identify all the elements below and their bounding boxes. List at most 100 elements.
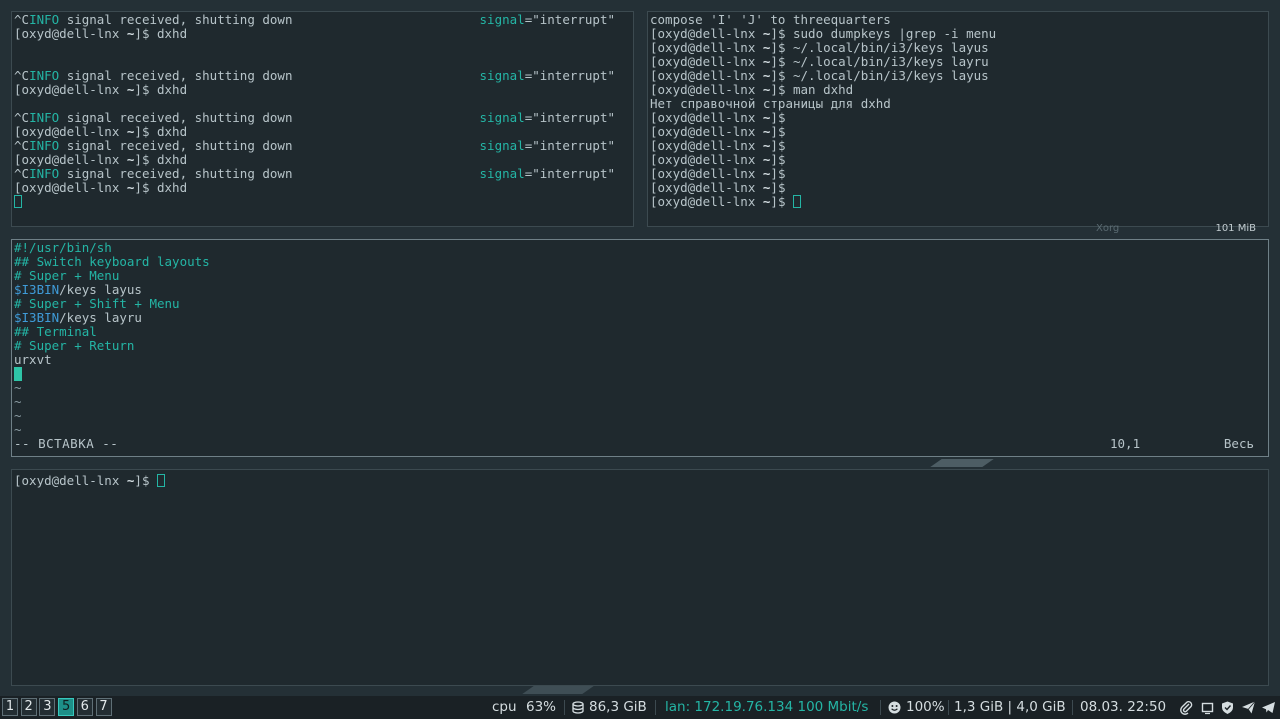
vim-status-line: -- ВСТАВКА -- 10,1 Весь bbox=[14, 437, 1254, 451]
workspace-button-1[interactable]: 1 bbox=[2, 698, 18, 716]
text-segment: # Super + Shift + Menu bbox=[14, 296, 180, 311]
text-segment: compose 'I' 'J' to threequarters bbox=[650, 12, 891, 27]
text-line: [oxyd@dell-lnx ~]$ bbox=[650, 167, 1266, 181]
cpu-label: cpu bbox=[492, 699, 517, 715]
text-line: [oxyd@dell-lnx ~]$ ~/.local/bin/i3/keys … bbox=[650, 69, 1266, 83]
workspace-button-3[interactable]: 3 bbox=[39, 698, 56, 716]
text-line: # Super + Shift + Menu bbox=[14, 297, 1266, 311]
text-line: # Super + Return bbox=[14, 339, 1266, 353]
battery-level: 100% bbox=[906, 699, 945, 715]
text-segment: ]$ bbox=[134, 473, 157, 488]
text-segment: ]$ ~/.local/bin/i3/keys layus bbox=[770, 68, 989, 83]
text-line: ^CINFO signal received, shutting down sig… bbox=[14, 69, 631, 83]
text-line: # Super + Menu bbox=[14, 269, 1266, 283]
telegram-icon[interactable] bbox=[1261, 700, 1276, 715]
vim-mode: -- ВСТАВКА -- bbox=[14, 436, 119, 451]
editor-buffer[interactable]: #!/usr/bin/sh ## Switch keyboard layouts #… bbox=[14, 241, 1266, 437]
text-segment: ]$ dxhd bbox=[134, 124, 188, 139]
text-segment: [oxyd@dell-lnx bbox=[14, 82, 127, 97]
text-segment: [oxyd@dell-lnx bbox=[14, 180, 127, 195]
text-cursor bbox=[14, 367, 22, 381]
text-segment: ~ bbox=[14, 408, 22, 423]
text-segment: signal received, shutting down bbox=[59, 166, 293, 181]
log-field: signal="interrupt" bbox=[480, 111, 615, 125]
text-cursor bbox=[157, 474, 165, 487]
text-segment: ]$ dxhd bbox=[134, 152, 188, 167]
text-segment: INFO bbox=[29, 138, 60, 153]
text-segment: ]$ sudo dumpkeys |grep -i menu bbox=[770, 26, 997, 41]
text-segment: ~ bbox=[14, 422, 22, 437]
text-segment: [oxyd@dell-lnx bbox=[650, 194, 763, 209]
text-line: ~ bbox=[14, 409, 1266, 423]
text-segment: ^C bbox=[14, 68, 30, 83]
text-line: ~ bbox=[14, 395, 1266, 409]
text-segment: ]$ dxhd bbox=[134, 26, 188, 41]
text-segment: signal received, shutting down bbox=[59, 12, 293, 27]
terminal-output: compose 'I' 'J' to threequarters [oxyd@de… bbox=[650, 13, 1266, 209]
text-segment: [oxyd@dell-lnx bbox=[650, 54, 763, 69]
text-cursor bbox=[14, 195, 22, 208]
text-line: ~ bbox=[14, 381, 1266, 395]
text-line: ^CINFO signal received, shutting down sig… bbox=[14, 139, 631, 153]
workspace-button-5[interactable]: 5 bbox=[58, 698, 75, 716]
text-cursor bbox=[793, 195, 801, 208]
wallpaper-stripe bbox=[930, 459, 994, 467]
text-segment: ## Terminal bbox=[14, 324, 97, 339]
log-field-key: signal bbox=[479, 166, 525, 181]
text-segment: #!/usr/bin/sh bbox=[14, 240, 112, 255]
workspace-button-6[interactable]: 6 bbox=[76, 698, 93, 716]
text-segment: ]$ bbox=[770, 110, 786, 125]
text-segment: urxvt bbox=[14, 352, 52, 367]
terminal-output: ^CINFO signal received, shutting down sig… bbox=[14, 13, 631, 209]
text-line bbox=[14, 55, 631, 69]
text-segment: [oxyd@dell-lnx bbox=[650, 180, 763, 195]
text-segment: ]$ ~/.local/bin/i3/keys layru bbox=[770, 54, 989, 69]
text-segment: [oxyd@dell-lnx bbox=[14, 152, 127, 167]
text-line: ^CINFO signal received, shutting down sig… bbox=[14, 167, 631, 181]
text-segment: ^C bbox=[14, 12, 30, 27]
window-icon[interactable] bbox=[1200, 700, 1215, 715]
log-field: signal="interrupt" bbox=[480, 13, 615, 27]
log-field-value: ="interrupt" bbox=[524, 166, 615, 181]
paperclip-icon[interactable] bbox=[1179, 700, 1194, 715]
workspace-button-2[interactable]: 2 bbox=[20, 698, 37, 716]
cursor-position: 10,1 bbox=[1110, 436, 1141, 451]
workspace-button-7[interactable]: 7 bbox=[95, 698, 112, 716]
text-line: [oxyd@dell-lnx ~]$ bbox=[650, 195, 1266, 209]
text-line: ## Switch keyboard layouts bbox=[14, 255, 1266, 269]
text-segment: $I3BIN bbox=[14, 310, 60, 325]
text-line: [oxyd@dell-lnx ~]$ dxhd bbox=[14, 153, 631, 167]
text-segment: [oxyd@dell-lnx bbox=[14, 26, 127, 41]
shield-icon[interactable] bbox=[1220, 700, 1235, 715]
text-line: [oxyd@dell-lnx ~]$ sudo dumpkeys |grep -… bbox=[650, 27, 1266, 41]
editor-pane[interactable]: #!/usr/bin/sh ## Switch keyboard layouts #… bbox=[11, 239, 1269, 457]
clock: 08.03. 22:50 bbox=[1080, 699, 1167, 715]
disk-icon bbox=[572, 701, 584, 714]
text-segment: signal received, shutting down bbox=[59, 138, 293, 153]
text-segment: [oxyd@dell-lnx bbox=[650, 82, 763, 97]
terminal-top-right[interactable]: compose 'I' 'J' to threequarters [oxyd@de… bbox=[647, 11, 1269, 227]
text-segment: ~ bbox=[14, 394, 22, 409]
text-segment: ]$ bbox=[770, 166, 786, 181]
text-segment: ]$ bbox=[770, 194, 793, 209]
text-segment: [oxyd@dell-lnx bbox=[650, 166, 763, 181]
text-line: ^CINFO signal received, shutting down sig… bbox=[14, 13, 631, 27]
text-segment: [oxyd@dell-lnx bbox=[650, 26, 763, 41]
text-line: [oxyd@dell-lnx ~]$ bbox=[650, 181, 1266, 195]
text-segment: ^C bbox=[14, 138, 30, 153]
text-segment: signal received, shutting down bbox=[59, 68, 293, 83]
log-field-value: ="interrupt" bbox=[524, 138, 615, 153]
text-line: [oxyd@dell-lnx ~]$ bbox=[14, 474, 1266, 488]
memory-usage: 101 MiB bbox=[1215, 223, 1256, 234]
terminal-top-left[interactable]: ^CINFO signal received, shutting down sig… bbox=[11, 11, 634, 227]
text-line bbox=[14, 367, 1266, 381]
text-segment: INFO bbox=[29, 110, 60, 125]
text-line: #!/usr/bin/sh bbox=[14, 241, 1266, 255]
terminal-bottom[interactable]: [oxyd@dell-lnx ~]$ bbox=[11, 469, 1269, 686]
text-segment: INFO bbox=[29, 68, 60, 83]
text-segment: [oxyd@dell-lnx bbox=[650, 68, 763, 83]
text-segment: ## Switch keyboard layouts bbox=[14, 254, 210, 269]
text-segment: $I3BIN bbox=[14, 282, 60, 297]
text-line: urxvt bbox=[14, 353, 1266, 367]
send-icon[interactable] bbox=[1241, 700, 1256, 715]
